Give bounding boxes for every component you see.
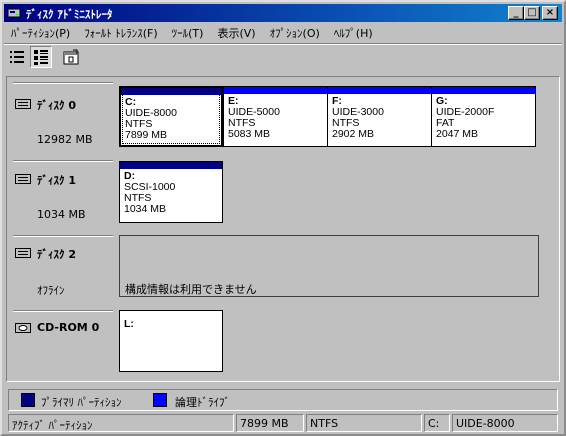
cdrom-drive-icon xyxy=(15,323,31,333)
offline-disk-area[interactable]: 構成情報は利用できません xyxy=(119,235,539,297)
legend-primary-swatch xyxy=(21,393,35,407)
disk-2-status: ｵﾌﾗｲﾝ xyxy=(37,284,65,297)
partition-size: 5083 MB xyxy=(228,128,271,140)
disk-divider xyxy=(13,235,113,237)
status-size: 7899 MB xyxy=(236,414,304,432)
volumes-view-icon xyxy=(10,51,24,63)
toolbar xyxy=(6,46,82,72)
disk-divider xyxy=(13,82,113,84)
disk-config-view-button[interactable] xyxy=(30,46,52,68)
partition-c[interactable]: C: UIDE-8000 NTFS 7899 MB xyxy=(119,86,223,147)
disk-1-name: ﾃﾞｨｽｸ 1 xyxy=(37,174,76,187)
offline-message: 構成情報は利用できません xyxy=(125,283,257,296)
properties-icon xyxy=(63,49,79,65)
disk-0-name: ﾃﾞｨｽｸ 0 xyxy=(37,99,76,112)
primary-partition-bar xyxy=(121,88,221,95)
status-partition-type: ｱｸﾃｨﾌﾞ ﾊﾟｰﾃｨｼｮﾝ xyxy=(8,414,234,432)
properties-button[interactable] xyxy=(60,46,82,68)
disk-divider xyxy=(13,310,113,312)
maximize-button[interactable]: □ xyxy=(524,6,540,20)
disk-1-size: 1034 MB xyxy=(37,208,86,221)
partition-size: 2047 MB xyxy=(436,128,479,140)
menu-view[interactable]: 表示(V) xyxy=(210,25,262,41)
logical-drive-bar xyxy=(432,87,535,94)
legend-logical-swatch xyxy=(153,393,167,407)
menu-options[interactable]: ｵﾌﾟｼｮﾝ(O) xyxy=(263,25,327,41)
volumes-view-button[interactable] xyxy=(6,46,28,68)
disk-config-view-icon xyxy=(34,50,48,65)
partition-e[interactable]: E: UIDE-5000 NTFS 5083 MB xyxy=(223,86,328,147)
primary-partition-bar xyxy=(120,162,222,169)
hard-disk-icon xyxy=(15,174,31,184)
status-drive-letter: C: xyxy=(424,414,450,432)
cdrom-name: CD-ROM 0 xyxy=(37,321,100,334)
disk-administrator-window: ﾃﾞｨｽｸ ｱﾄﾞﾐﾆｽﾄﾚｰﾀ _ □ × ﾊﾟｰﾃｨｼｮﾝ(P) ﾌｫｰﾙﾄ… xyxy=(0,0,566,436)
legend: ﾌﾟﾗｲﾏﾘ ﾊﾟｰﾃｨｼｮﾝ 論理ﾄﾞﾗｲﾌﾞ xyxy=(8,389,558,411)
minimize-button[interactable]: _ xyxy=(508,6,524,20)
partition-f[interactable]: F: UIDE-3000 NTFS 2902 MB xyxy=(327,86,432,147)
legend-primary-label: ﾌﾟﾗｲﾏﾘ ﾊﾟｰﾃｨｼｮﾝ xyxy=(41,396,122,409)
hard-disk-icon xyxy=(15,248,31,258)
menu-partition[interactable]: ﾊﾟｰﾃｨｼｮﾝ(P) xyxy=(4,25,77,41)
partition-size: 2902 MB xyxy=(332,128,375,140)
cdrom-l[interactable]: L: xyxy=(119,310,223,372)
menu-fault-tolerance[interactable]: ﾌｫｰﾙﾄ ﾄﾚﾗﾝｽ(F) xyxy=(77,25,164,41)
hard-disk-icon xyxy=(15,99,31,109)
disk-0-size: 12982 MB xyxy=(37,133,93,146)
partition-letter: L: xyxy=(124,318,134,330)
disk-divider xyxy=(13,160,113,162)
title-bar[interactable]: ﾃﾞｨｽｸ ｱﾄﾞﾐﾆｽﾄﾚｰﾀ _ □ × xyxy=(4,4,562,22)
disk-view-panel: ﾃﾞｨｽｸ 0 12982 MB C: UIDE-8000 NTFS 7899 … xyxy=(6,76,560,382)
status-volume-label: UIDE-8000 xyxy=(452,414,558,432)
logical-drive-bar xyxy=(328,87,431,94)
status-filesystem: NTFS xyxy=(306,414,422,432)
partition-size: 7899 MB xyxy=(125,129,168,141)
disk-2-name: ﾃﾞｨｽｸ 2 xyxy=(37,248,76,261)
menu-separator xyxy=(4,43,562,45)
partition-g[interactable]: G: UIDE-2000F FAT 2047 MB xyxy=(431,86,536,147)
menu-bar: ﾊﾟｰﾃｨｼｮﾝ(P) ﾌｫｰﾙﾄ ﾄﾚﾗﾝｽ(F) ﾂｰﾙ(T) 表示(V) … xyxy=(4,23,562,42)
window-title: ﾃﾞｨｽｸ ｱﾄﾞﾐﾆｽﾄﾚｰﾀ xyxy=(26,8,113,21)
menu-tools[interactable]: ﾂｰﾙ(T) xyxy=(165,25,211,41)
menu-help[interactable]: ﾍﾙﾌﾟ(H) xyxy=(327,25,380,41)
close-button[interactable]: × xyxy=(542,6,558,20)
disk-admin-app-icon xyxy=(7,8,21,18)
partition-size: 1034 MB xyxy=(124,203,167,215)
partition-d[interactable]: D: SCSI-1000 NTFS 1034 MB xyxy=(119,161,223,223)
legend-logical-label: 論理ﾄﾞﾗｲﾌﾞ xyxy=(175,396,230,409)
logical-drive-bar xyxy=(224,87,327,94)
